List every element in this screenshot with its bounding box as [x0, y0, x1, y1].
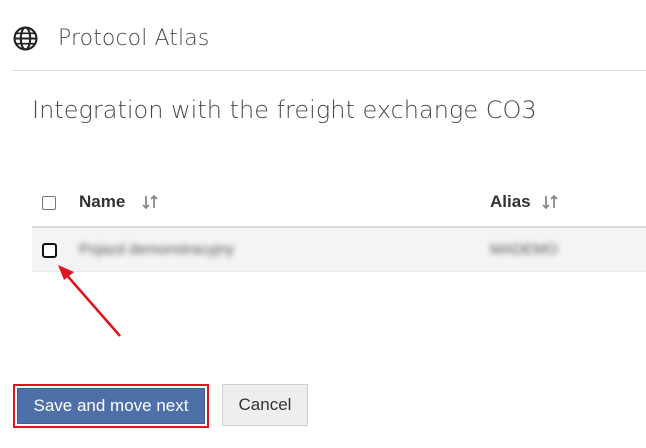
column-header-alias[interactable]: Alias — [490, 192, 531, 212]
sort-icon[interactable] — [541, 193, 559, 211]
select-all-checkbox[interactable] — [42, 196, 56, 210]
cancel-button[interactable]: Cancel — [222, 384, 308, 426]
annotation-arrow — [58, 265, 121, 337]
cell-name: Pojazd demonstracyjny — [79, 241, 235, 258]
header-divider — [12, 70, 646, 71]
row-checkbox[interactable] — [42, 243, 57, 258]
save-and-move-next-button[interactable]: Save and move next — [13, 384, 209, 428]
app-header: Protocol Atlas — [12, 10, 646, 70]
page-title: Integration with the freight exchange CO… — [32, 96, 537, 124]
cell-alias: MADEMO — [490, 241, 558, 258]
page: Protocol Atlas Integration with the frei… — [0, 0, 646, 448]
save-and-move-next-label: Save and move next — [17, 388, 205, 424]
table-header: Name Alias — [32, 180, 646, 228]
globe-icon — [13, 26, 38, 51]
app-title: Protocol Atlas — [58, 26, 210, 51]
sort-icon[interactable] — [141, 193, 159, 211]
column-header-name[interactable]: Name — [79, 192, 125, 212]
